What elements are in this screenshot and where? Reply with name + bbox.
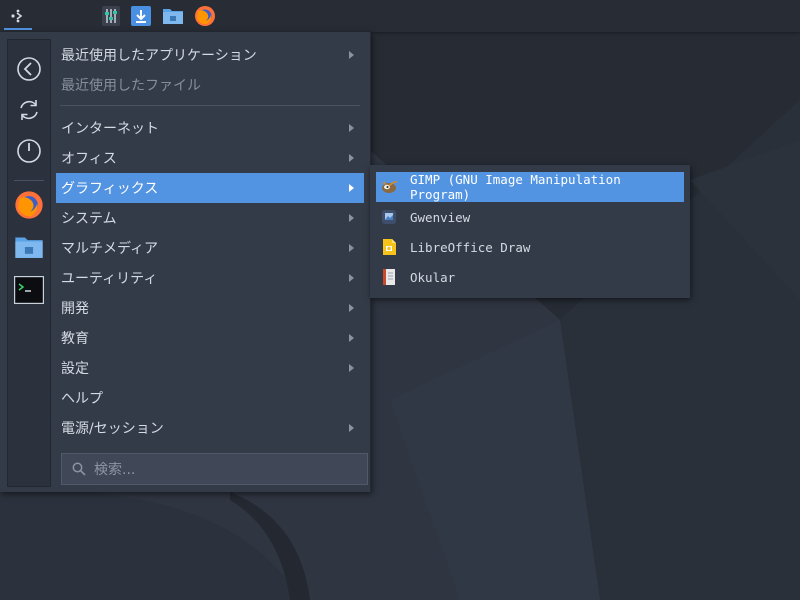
favorites-sidebar [7, 39, 51, 487]
menu-item-label: 設定 [61, 361, 89, 377]
submenu-item-label: LibreOffice Draw [410, 239, 531, 255]
menu-item-label: マルチメディア [61, 241, 159, 257]
menu-item-development[interactable]: 開発 [56, 293, 364, 323]
menu-item-internet[interactable]: インターネット [56, 113, 364, 143]
downloads-button[interactable] [129, 0, 153, 32]
submenu-item-libreoffice-draw[interactable]: LibreOffice Draw [376, 232, 684, 262]
menu-item-utilities[interactable]: ユーティリティ [56, 263, 364, 293]
menu-item-power-session[interactable]: 電源/セッション [56, 413, 364, 443]
power-button[interactable] [12, 134, 46, 168]
chevron-right-icon [349, 364, 354, 372]
chevron-right-icon [349, 51, 354, 59]
submenu-item-okular[interactable]: Okular [376, 262, 684, 292]
switch-user-button[interactable] [12, 93, 46, 127]
menu-recent-applications[interactable]: 最近使用したアプリケーション [56, 40, 364, 70]
application-menu: 最近使用したアプリケーション 最近使用したファイル インターネット オフィス グ… [0, 32, 371, 492]
favorite-file-manager[interactable] [12, 230, 46, 264]
menu-item-label: 最近使用したアプリケーション [61, 48, 257, 64]
sidebar-separator [14, 180, 44, 181]
search-placeholder: 検索... [94, 462, 136, 478]
submenu-item-label: Okular [410, 269, 456, 285]
chevron-right-icon [349, 424, 354, 432]
menu-item-settings[interactable]: 設定 [56, 353, 364, 383]
chevron-right-icon [349, 124, 354, 132]
file-manager-icon [15, 237, 43, 258]
firefox-icon [195, 6, 215, 26]
kde-launcher-icon [11, 9, 23, 23]
firefox-button[interactable] [193, 0, 217, 32]
back-button[interactable] [12, 52, 46, 86]
file-manager-icon [163, 9, 183, 24]
downloads-icon [131, 6, 151, 26]
search-icon [72, 462, 86, 476]
submenu-item-label: Gwenview [410, 209, 471, 225]
chevron-right-icon [349, 274, 354, 282]
menu-item-system[interactable]: システム [56, 203, 364, 233]
menu-item-multimedia[interactable]: マルチメディア [56, 233, 364, 263]
menu-item-help[interactable]: ヘルプ [56, 383, 364, 413]
terminal-icon [14, 276, 44, 304]
back-icon [17, 57, 41, 81]
submenu-item-label: GIMP (GNU Image Manipulation Program) [410, 172, 621, 202]
top-panel [0, 0, 800, 32]
submenu-item-gimp[interactable]: GIMP (GNU Image Manipulation Program) [376, 172, 684, 202]
virtual-desktop-pager[interactable] [40, 2, 86, 30]
chevron-right-icon [349, 214, 354, 222]
menu-item-label: インターネット [61, 121, 159, 137]
menu-item-office[interactable]: オフィス [56, 143, 364, 173]
power-icon [17, 139, 41, 163]
search-input[interactable]: 検索... [61, 453, 368, 485]
menu-item-label: ヘルプ [61, 391, 103, 407]
menu-item-label: グラフィックス [61, 181, 159, 197]
graphics-submenu: GIMP (GNU Image Manipulation Program) Gw… [370, 165, 690, 298]
libreoffice-draw-icon [383, 239, 396, 255]
menu-item-label: 開発 [61, 301, 89, 317]
file-manager-button[interactable] [161, 0, 185, 32]
menu-item-label: システム [61, 211, 117, 227]
chevron-right-icon [349, 184, 354, 192]
chevron-right-icon [349, 244, 354, 252]
menu-recent-files[interactable]: 最近使用したファイル [56, 70, 364, 100]
launcher-active-indicator [4, 28, 32, 30]
menu-item-graphics[interactable]: グラフィックス [56, 173, 364, 203]
chevron-right-icon [349, 154, 354, 162]
gimp-icon [382, 181, 398, 193]
chevron-right-icon [349, 304, 354, 312]
chevron-right-icon [349, 334, 354, 342]
mixer-button[interactable] [99, 0, 123, 32]
menu-separator [60, 105, 360, 106]
firefox-icon [15, 191, 43, 219]
menu-item-label: オフィス [61, 151, 117, 167]
menu-item-label: 最近使用したファイル [61, 78, 201, 94]
mixer-icon [102, 6, 120, 26]
favorite-firefox[interactable] [12, 188, 46, 222]
menu-item-label: ユーティリティ [61, 271, 158, 287]
refresh-icon [20, 100, 38, 120]
okular-icon [383, 269, 395, 285]
menu-item-label: 電源/セッション [61, 421, 164, 437]
gwenview-icon [382, 210, 396, 224]
menu-item-education[interactable]: 教育 [56, 323, 364, 353]
favorite-terminal[interactable] [12, 273, 46, 307]
submenu-item-gwenview[interactable]: Gwenview [376, 202, 684, 232]
application-launcher-button[interactable] [4, 0, 32, 32]
menu-item-label: 教育 [61, 331, 89, 347]
